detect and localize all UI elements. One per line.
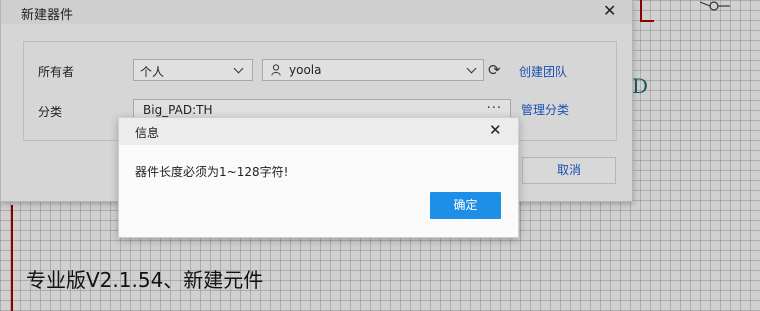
user-icon bbox=[271, 64, 281, 76]
owner-type-value: 个人 bbox=[140, 65, 165, 79]
chevron-down-icon bbox=[233, 63, 244, 74]
close-icon[interactable]: ✕ bbox=[489, 121, 502, 139]
schematic-border-corner bbox=[640, 20, 654, 22]
cancel-button[interactable]: 取消 bbox=[522, 157, 616, 184]
chevron-down-icon bbox=[466, 63, 477, 74]
info-dialog: 信息 ✕ 器件长度必须为1~128字符! 确定 bbox=[118, 117, 519, 238]
manage-category-link[interactable]: 管理分类 bbox=[521, 101, 569, 118]
schematic-pin-symbol bbox=[700, 1, 730, 11]
create-team-link[interactable]: 创建团队 bbox=[519, 63, 567, 80]
category-value: Big_PAD:TH bbox=[143, 103, 213, 117]
info-message: 器件长度必须为1~128字符! bbox=[135, 165, 289, 179]
dialog-titlebar: 新建器件 ✕ bbox=[1, 0, 632, 24]
schematic-border-left bbox=[11, 205, 13, 311]
schematic-text-fragment: D bbox=[632, 74, 649, 98]
owner-user-select[interactable]: yoola bbox=[262, 59, 484, 81]
info-dialog-title: 信息 bbox=[135, 126, 160, 140]
owner-type-select[interactable]: 个人 bbox=[133, 59, 253, 81]
owner-user-value: yoola bbox=[289, 63, 322, 77]
more-icon[interactable]: ··· bbox=[487, 101, 502, 116]
caption-text: 专业版V2.1.54、新建元件 bbox=[26, 268, 264, 292]
ok-button[interactable]: 确定 bbox=[430, 192, 501, 219]
dialog-title: 新建器件 bbox=[21, 8, 74, 23]
schematic-border-top-right bbox=[640, 0, 642, 22]
owner-label: 所有者 bbox=[38, 65, 75, 79]
category-label: 分类 bbox=[38, 105, 63, 119]
refresh-icon[interactable]: ⟳ bbox=[488, 61, 501, 79]
close-icon[interactable]: ✕ bbox=[603, 1, 616, 20]
info-dialog-titlebar: 信息 ✕ bbox=[119, 118, 518, 145]
